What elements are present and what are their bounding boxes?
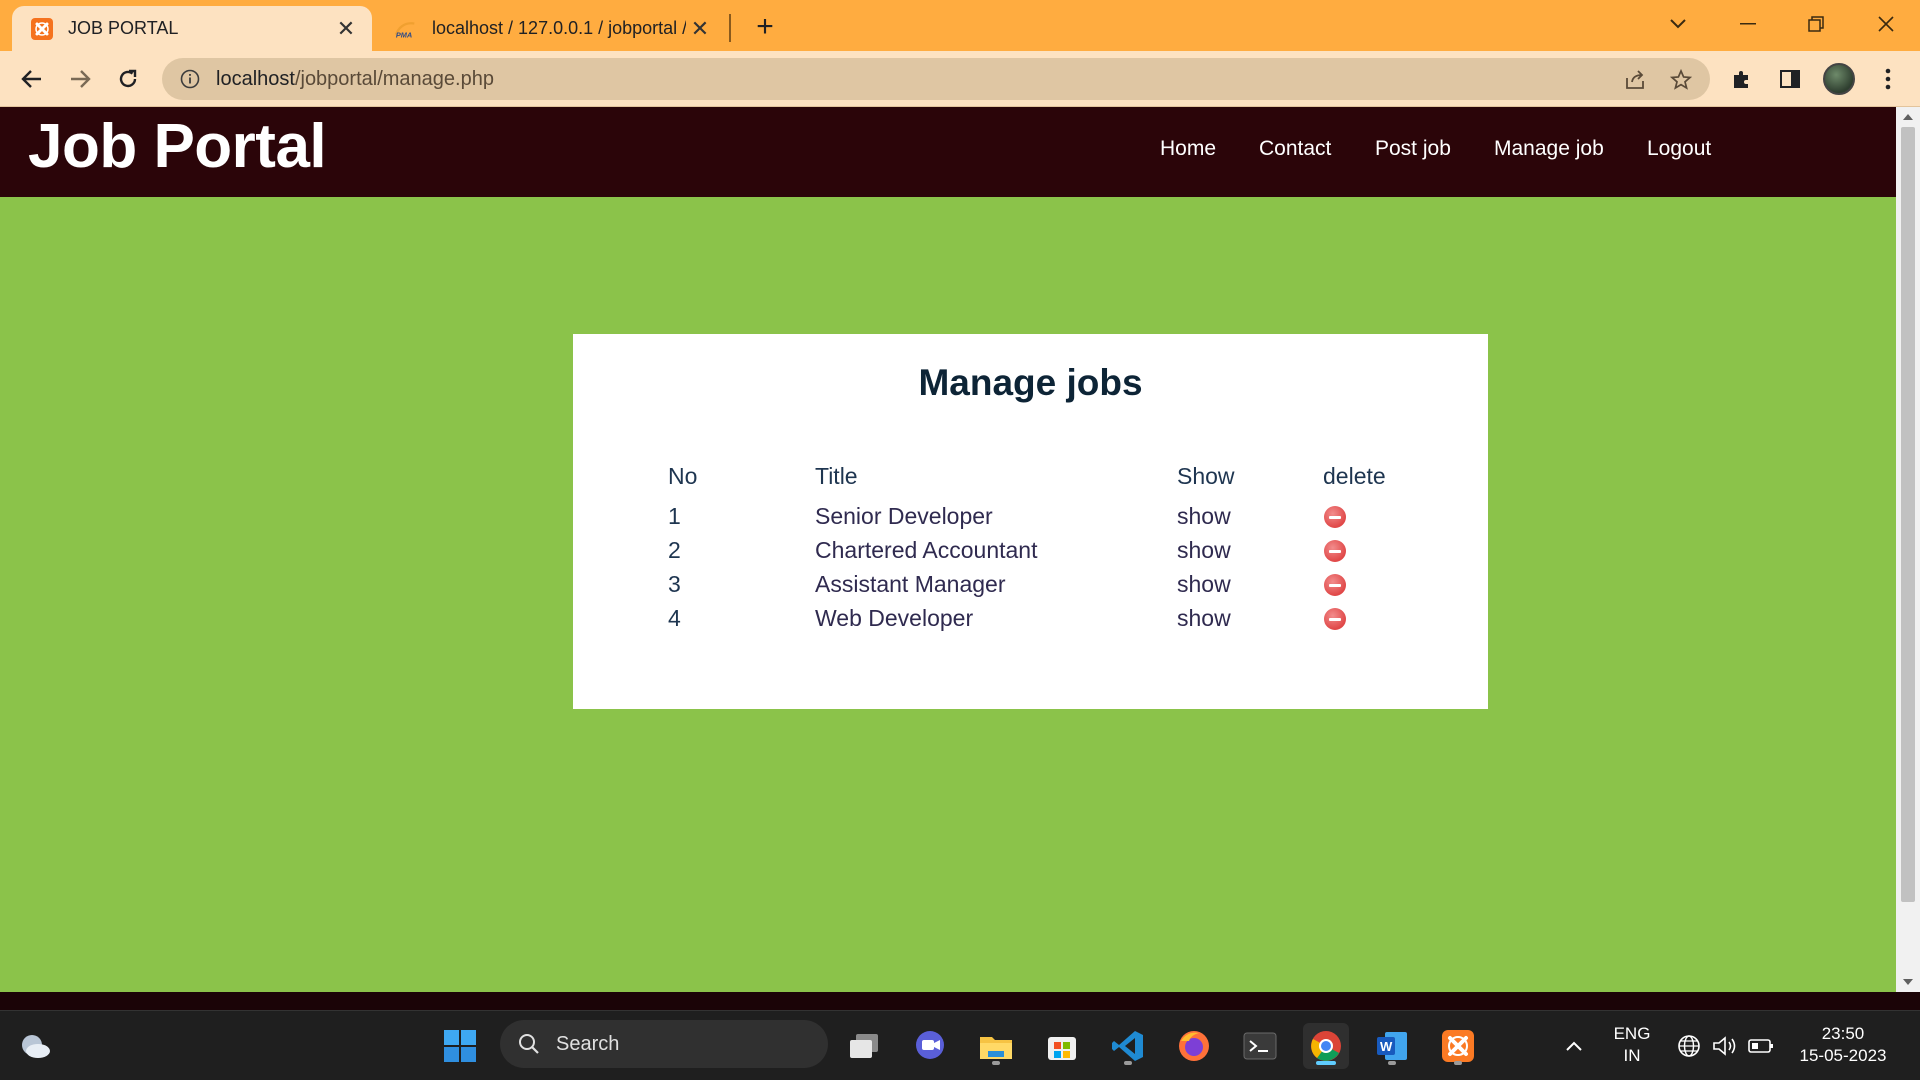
site-brand[interactable]: Job Portal (28, 111, 327, 182)
new-tab-plus-icon[interactable]: + (748, 10, 782, 44)
tab-phpmyadmin[interactable]: PMA localhost / 127.0.0.1 / jobportal / … (376, 6, 726, 51)
tab-title: JOB PORTAL (68, 18, 179, 38)
nav-contact[interactable]: Contact (1259, 137, 1331, 161)
row-number: 2 (668, 537, 681, 563)
share-icon[interactable] (1622, 67, 1648, 93)
column-header-delete: delete (1323, 463, 1386, 489)
firefox-icon[interactable] (1171, 1023, 1217, 1069)
language-code: ENG (1613, 1024, 1651, 1043)
address-bar[interactable]: localhost/jobportal/manage.php (162, 58, 1710, 100)
close-window-icon[interactable] (1864, 6, 1908, 42)
row-number: 1 (668, 503, 681, 529)
chrome-icon[interactable] (1303, 1023, 1349, 1069)
tab-title: localhost / 127.0.0.1 / jobportal / (432, 18, 686, 38)
search-icon (518, 1033, 540, 1055)
url-path: /jobportal/manage.php (294, 67, 494, 90)
weather-widget-icon[interactable] (12, 1023, 58, 1069)
page-scrollbar[interactable] (1896, 107, 1920, 992)
delete-icon[interactable] (1324, 506, 1346, 528)
search-label: Search (556, 1032, 620, 1055)
phpmyadmin-favicon-icon: PMA (394, 17, 418, 41)
svg-text:PMA: PMA (396, 30, 412, 39)
nav-post-job[interactable]: Post job (1375, 137, 1451, 161)
profile-avatar[interactable] (1823, 63, 1855, 95)
forward-arrow-icon[interactable] (62, 61, 98, 97)
page-footer-strip (0, 992, 1920, 1010)
url-host: localhost (216, 67, 295, 90)
job-title: Senior Developer (815, 503, 993, 529)
close-tab-icon[interactable]: ✕ (686, 15, 714, 43)
row-number: 3 (668, 571, 681, 597)
word-icon[interactable]: W (1369, 1023, 1415, 1069)
delete-icon[interactable] (1324, 540, 1346, 562)
job-title: Chartered Accountant (815, 537, 1038, 563)
running-indicator (1454, 1061, 1462, 1065)
system-clock[interactable]: 23:50 15-05-2023 (1788, 1023, 1898, 1067)
show-link[interactable]: show (1177, 605, 1231, 632)
side-panel-icon[interactable] (1774, 63, 1806, 95)
scrollbar-thumb[interactable] (1901, 127, 1915, 902)
page-title: Manage jobs (918, 362, 1143, 403)
row-number: 4 (668, 605, 681, 631)
delete-icon[interactable] (1324, 574, 1346, 596)
reload-icon[interactable] (110, 61, 146, 97)
running-indicator (1388, 1061, 1396, 1065)
tab-job-portal[interactable]: JOB PORTAL ✕ (12, 6, 372, 51)
clock-time: 23:50 (1821, 1024, 1865, 1043)
task-view-icon[interactable] (841, 1023, 887, 1069)
microsoft-store-icon[interactable] (1039, 1023, 1085, 1069)
bookmark-star-icon[interactable] (1668, 67, 1694, 93)
tab-search-chevron-icon[interactable] (1656, 6, 1700, 42)
terminal-icon[interactable] (1237, 1023, 1283, 1069)
running-indicator (992, 1061, 1000, 1065)
clock-date: 15-05-2023 (1799, 1046, 1887, 1065)
active-indicator (1316, 1061, 1336, 1065)
extensions-puzzle-icon[interactable] (1726, 63, 1758, 95)
show-link[interactable]: show (1177, 537, 1231, 564)
taskbar-search-box[interactable]: Search (500, 1020, 828, 1068)
column-header-title: Title (815, 463, 858, 489)
scroll-up-arrow-icon[interactable] (1902, 111, 1914, 123)
close-tab-icon[interactable]: ✕ (332, 15, 360, 43)
manage-jobs-card: Manage jobs (573, 334, 1488, 709)
show-link[interactable]: show (1177, 571, 1231, 598)
page-viewport: Job Portal Home Contact Post job Manage … (0, 107, 1896, 992)
delete-icon[interactable] (1324, 608, 1346, 630)
running-indicator (1124, 1061, 1132, 1065)
windows-taskbar: W ENG IN 23:50 15-05-2023 (0, 1010, 1920, 1080)
vscode-icon[interactable] (1105, 1023, 1151, 1069)
job-title: Web Developer (815, 605, 974, 631)
xampp-favicon-icon (30, 17, 54, 41)
restore-icon[interactable] (1794, 6, 1838, 42)
nav-home[interactable]: Home (1160, 137, 1216, 161)
column-header-show: Show (1177, 463, 1235, 489)
nav-logout[interactable]: Logout (1647, 137, 1711, 161)
back-arrow-icon[interactable] (14, 61, 50, 97)
url-text: localhost/jobportal/manage.php (216, 68, 494, 91)
file-explorer-icon[interactable] (973, 1023, 1019, 1069)
show-link[interactable]: show (1177, 503, 1231, 530)
site-info-icon[interactable] (178, 67, 202, 91)
xampp-icon[interactable] (1435, 1023, 1481, 1069)
tab-separator (729, 14, 731, 42)
start-windows-icon[interactable] (437, 1023, 483, 1069)
site-header: Job Portal Home Contact Post job Manage … (0, 107, 1896, 197)
browser-toolbar: localhost/jobportal/manage.php (0, 51, 1920, 107)
scroll-down-arrow-icon[interactable] (1902, 976, 1914, 988)
nav-manage-job[interactable]: Manage job (1494, 137, 1604, 161)
minimize-icon[interactable] (1726, 6, 1770, 42)
teams-chat-icon[interactable] (907, 1023, 953, 1069)
more-menu-icon[interactable] (1872, 63, 1904, 95)
column-header-no: No (668, 463, 698, 489)
job-title: Assistant Manager (815, 571, 1006, 597)
show-hidden-icons-chevron-icon[interactable] (1551, 1023, 1597, 1069)
battery-icon[interactable] (1738, 1023, 1784, 1069)
browser-tab-strip: JOB PORTAL ✕ PMA localhost / 127.0.0.1 /… (0, 0, 1920, 51)
svg-text:W: W (1380, 1039, 1393, 1054)
region-code: IN (1623, 1046, 1641, 1065)
input-language-indicator[interactable]: ENG IN (1606, 1023, 1658, 1067)
